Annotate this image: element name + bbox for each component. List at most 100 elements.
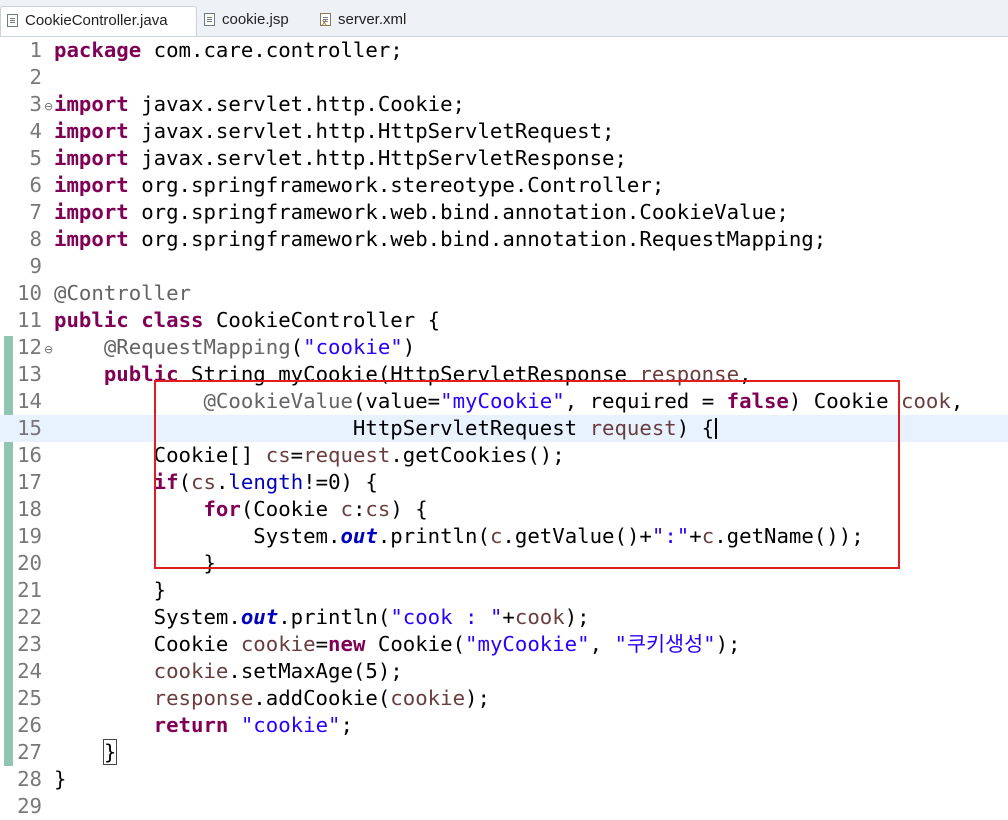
code-token: cookie [153,659,229,683]
tab-cookiecontroller-java[interactable]: CookieController.java [0,6,197,36]
fold-toggle-icon[interactable]: ⊖ [44,93,53,120]
code-token: .getValue()+ [502,524,652,548]
tab-label: cookie.jsp [222,11,289,28]
code-token: ; [340,713,353,737]
code-token: ); [465,686,490,710]
code-text: } [54,550,216,577]
code-token: System. [54,605,241,629]
code-text: Cookie[] cs=request.getCookies(); [54,442,565,469]
tab-server-xml[interactable]: server.xml [314,6,424,36]
code-text: } [54,577,166,604]
code-token: import [54,92,129,116]
code-line[interactable]: 11 public class CookieController { [0,307,1008,334]
code-token: .getCookies(); [390,443,565,467]
code-token: org.springframework.web.bind.annotation.… [128,227,827,251]
code-token: response [153,686,254,710]
code-line[interactable]: 17 if(cs.length!=0) { [0,469,1008,496]
code-line[interactable]: 29 [0,793,1008,820]
code-line[interactable]: 14 @CookieValue(value="myCookie", requir… [0,388,1008,415]
code-line[interactable]: 18 for(Cookie c:cs) { [0,496,1008,523]
code-token: javax.servlet.http.HttpServletRequest; [128,119,615,143]
java-file-icon [7,14,18,27]
code-token: import [54,119,129,143]
code-token: } [54,551,216,575]
code-line[interactable]: 7 import org.springframework.web.bind.ann… [0,199,1008,226]
code-line[interactable]: 3 ⊖ import javax.servlet.http.Cookie; [0,91,1008,118]
jsp-file-icon [204,13,215,26]
code-token: System. [54,524,341,548]
code-token: ); [564,605,590,629]
code-line[interactable]: 6 import org.springframework.stereotype.C… [0,172,1008,199]
code-text: System.out.println("cook : "+cook); [54,604,590,631]
code-line[interactable]: 23 Cookie cookie=new Cookie("myCookie", … [0,631,1008,658]
code-line[interactable]: 15 HttpServletRequest request) { [0,415,1008,442]
tab-cookie-jsp[interactable]: cookie.jsp [198,6,310,36]
code-token: out [340,524,378,548]
code-token: , [589,632,615,656]
code-line[interactable]: 19 System.out.println(c.getValue()+":"+c… [0,523,1008,550]
line-number: 3 [29,92,42,116]
text-cursor [715,418,718,439]
code-token: javax.servlet.http.HttpServletResponse; [128,146,627,170]
code-line[interactable]: 20 } [0,550,1008,577]
code-token: } [102,739,118,765]
code-token: ) [402,335,416,359]
code-line[interactable]: 5 import javax.servlet.http.HttpServletRe… [0,145,1008,172]
code-line[interactable]: 12 ⊖ @RequestMapping("cookie") [0,334,1008,361]
code-text: import javax.servlet.http.HttpServletRes… [54,145,627,172]
code-token: new [328,632,366,656]
code-text: import org.springframework.web.bind.anno… [54,199,789,226]
code-line[interactable]: 25 response.addCookie(cookie); [0,685,1008,712]
code-token: } [54,578,167,602]
code-line[interactable]: 4 import javax.servlet.http.HttpServletRe… [0,118,1008,145]
code-line[interactable]: 9 [0,253,1008,280]
code-line[interactable]: 21 } [0,577,1008,604]
code-text: Cookie cookie=new Cookie("myCookie", "쿠키… [54,631,741,658]
code-text: package com.care.controller; [54,37,403,64]
code-line[interactable]: 8 import org.springframework.web.bind.ann… [0,226,1008,253]
line-number: 7 [29,200,42,224]
tab-label: server.xml [338,11,407,28]
line-number: 12 [17,335,42,359]
code-editor[interactable]: 1 package com.care.controller; 2 3 ⊖ import j… [0,36,1008,820]
code-line[interactable]: 2 [0,64,1008,91]
code-text: for(Cookie c:cs) { [54,496,427,523]
code-token: class [141,308,204,332]
code-token: + [689,524,702,548]
line-number: 24 [17,659,42,683]
line-number: 6 [29,173,42,197]
code-line[interactable]: 27 } [0,739,1008,766]
code-line[interactable]: 1 package com.care.controller; [0,37,1008,64]
code-line[interactable]: 24 cookie.setMaxAge(5); [0,658,1008,685]
code-line[interactable]: 22 System.out.println("cook : "+cook); [0,604,1008,631]
code-token: import [54,173,129,197]
fold-toggle-icon[interactable]: ⊖ [44,336,53,363]
code-token: ":" [651,524,690,548]
code-token: .println( [278,605,391,629]
line-number: 19 [17,524,42,548]
code-token: !=0) { [303,470,378,494]
code-token: } [54,767,67,791]
code-token: Cookie [54,632,241,656]
code-token: response [639,362,740,386]
editor-tab-bar: CookieController.java cookie.jsp server.… [0,0,1008,37]
code-line[interactable]: 13 public String myCookie(HttpServletRes… [0,361,1008,388]
code-line[interactable]: 28} [0,766,1008,793]
code-line[interactable]: 10 @Controller [0,280,1008,307]
tab-label: CookieController.java [25,12,168,29]
code-text: public class CookieController { [54,307,440,334]
line-number: 27 [17,740,42,764]
code-token: , [950,389,964,413]
line-number: 28 [17,767,42,791]
code-token: public [103,362,179,386]
code-token: "myCookie" [440,389,565,413]
code-token: public [54,308,129,332]
code-line[interactable]: 16 Cookie[] cs=request.getCookies(); [0,442,1008,469]
code-line[interactable]: 26 return "cookie"; [0,712,1008,739]
code-token: ) Cookie [788,389,901,413]
